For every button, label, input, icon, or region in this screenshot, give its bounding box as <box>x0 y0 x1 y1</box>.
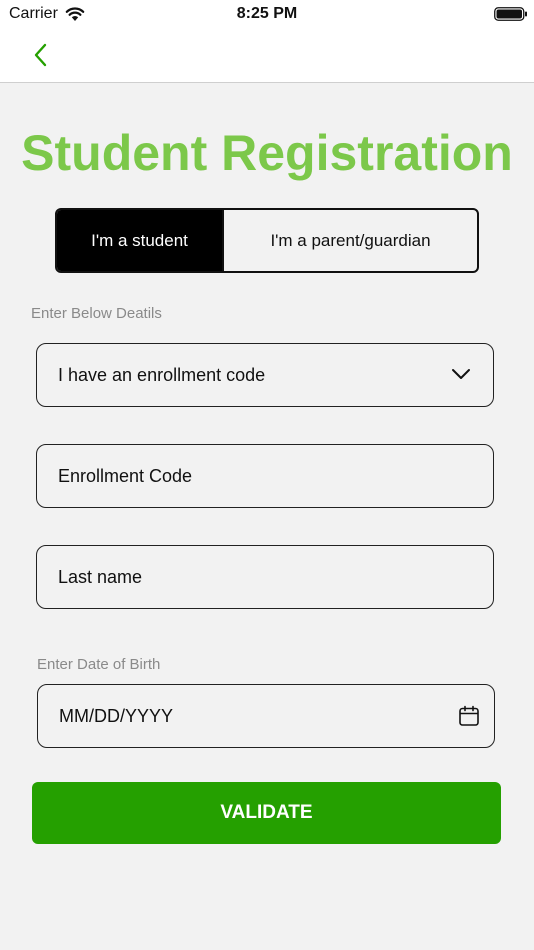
last-name-input[interactable]: Last name <box>36 545 494 609</box>
date-of-birth-input[interactable]: MM/DD/YYYY <box>37 684 495 748</box>
dob-section-label: Enter Date of Birth <box>37 656 161 673</box>
nav-bar <box>0 28 534 83</box>
enrollment-option-select[interactable]: I have an enrollment code <box>36 343 494 407</box>
calendar-icon[interactable] <box>458 705 480 727</box>
validate-button[interactable]: VALIDATE <box>32 782 501 844</box>
chevron-left-icon[interactable] <box>28 38 56 72</box>
chevron-down-icon <box>452 369 470 379</box>
details-section-label: Enter Below Deatils <box>31 305 162 322</box>
status-time: 8:25 PM <box>236 5 298 22</box>
enrollment-code-input[interactable]: Enrollment Code <box>36 444 494 508</box>
segment-student[interactable]: I'm a student <box>57 210 224 271</box>
enrollment-code-placeholder: Enrollment Code <box>58 465 193 486</box>
status-bar: Carrier 8:25 PM <box>0 0 534 28</box>
dob-placeholder: MM/DD/YYYY <box>59 705 174 726</box>
last-name-placeholder: Last name <box>58 566 143 587</box>
segment-parent-guardian[interactable]: I'm a parent/guardian <box>224 210 477 271</box>
enrollment-option-value: I have an enrollment code <box>58 364 266 385</box>
page-title: Student Registration <box>21 125 513 181</box>
role-segmented-control: I'm a student I'm a parent/guardian <box>55 208 479 273</box>
battery-icon <box>494 7 527 21</box>
